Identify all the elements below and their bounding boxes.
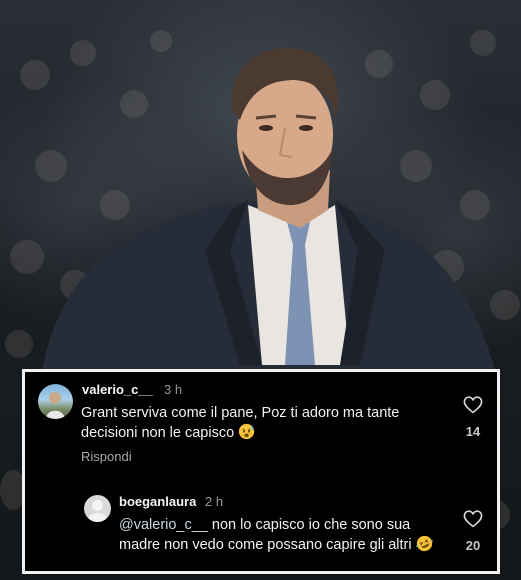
comments-card: valerio_c__ 3 h Grant serviva come il pa… [22, 369, 500, 574]
like-count: 20 [465, 538, 481, 553]
comment-username[interactable]: valerio_c__ [82, 382, 153, 397]
comment-text: Grant serviva come il pane, Poz ti adoro… [81, 404, 411, 443]
like-count: 14 [465, 424, 481, 439]
reply-text: @valerio_c__ non lo capisco io che sono … [119, 516, 449, 555]
rofl-emoji-icon [416, 535, 433, 552]
reply-username[interactable]: boeganlaura [119, 494, 196, 509]
avatar[interactable] [38, 384, 73, 419]
avatar[interactable] [84, 495, 111, 522]
sweat-face-emoji-icon [239, 423, 255, 440]
reply-button[interactable]: Rispondi [81, 449, 132, 464]
comment-time: 3 h [164, 382, 183, 397]
reply-time: 2 h [205, 494, 224, 509]
mention-link[interactable]: @valerio_c__ [119, 517, 208, 533]
like-heart-icon[interactable] [461, 396, 485, 419]
like-heart-icon[interactable] [461, 510, 485, 533]
